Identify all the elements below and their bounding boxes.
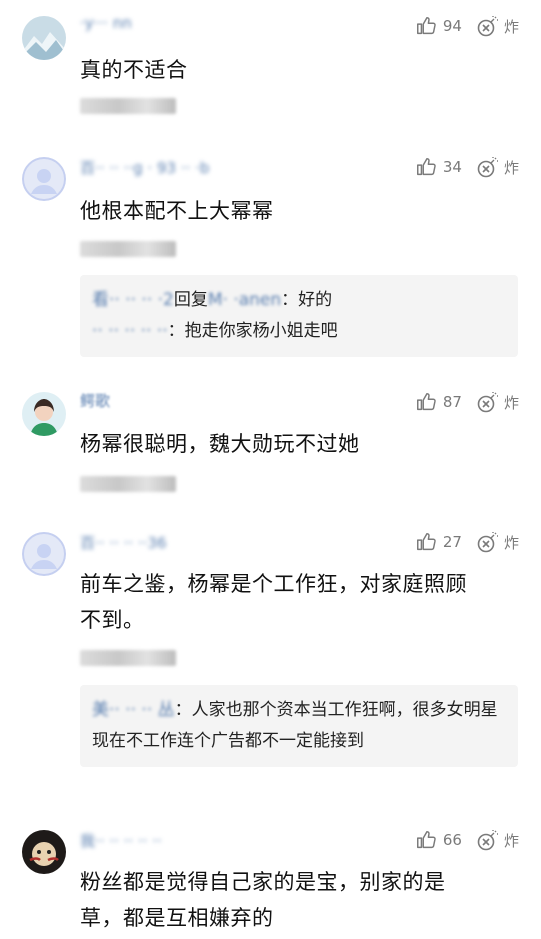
bomb-button[interactable]: 炸: [476, 530, 519, 554]
comment-text-line: 前车之鉴，杨幂是个工作狂，对家庭照顾: [80, 572, 467, 596]
comment-text-line: 粉丝都是觉得自己家的是宝，别家的是: [80, 870, 446, 894]
reply-box[interactable]: 美·· ·· ·· 丛：人家也那个资本当工作狂啊，很多女明星现在不工作连个广告都…: [80, 685, 518, 767]
thumbs-up-icon: [416, 17, 436, 35]
bomb-label: 炸: [503, 831, 519, 850]
bomb-label: 炸: [503, 393, 519, 412]
default-avatar-icon: [22, 532, 66, 576]
reply-username[interactable]: 看·· ·· ·· ·2: [92, 290, 174, 310]
thumbs-up-icon: [416, 831, 436, 849]
mountain-avatar-icon: [22, 16, 66, 60]
bomb-icon: [477, 830, 498, 851]
reply-box[interactable]: 看·· ·· ·· ·2回复M· ·anen：好的 ·· ·· ·· ·· ··…: [80, 275, 518, 357]
thumbs-up-icon: [416, 393, 436, 411]
username[interactable]: 鳄歌: [80, 390, 110, 411]
comment-meta: [80, 650, 176, 666]
like-button[interactable]: 27: [415, 531, 462, 553]
default-avatar-icon: [22, 157, 66, 201]
username[interactable]: 百·· ·· ··g · 93 ·· ·b: [80, 157, 209, 178]
comment-meta: [80, 98, 176, 114]
bomb-icon: [477, 392, 498, 413]
username[interactable]: ·y··· nn: [80, 14, 132, 32]
user-avatar[interactable]: [22, 157, 66, 201]
like-count: 87: [442, 393, 462, 411]
like-count: 66: [442, 831, 462, 849]
reply-username[interactable]: 美·· ·· ·· 丛: [92, 700, 175, 720]
bomb-label: 炸: [503, 158, 519, 177]
comment-text: 真的不适合: [80, 58, 188, 82]
bomb-button[interactable]: 炸: [476, 828, 519, 852]
bomb-button[interactable]: 炸: [476, 14, 519, 38]
comment-meta: [80, 241, 176, 257]
bomb-button[interactable]: 炸: [476, 390, 519, 414]
like-button[interactable]: 94: [415, 15, 462, 37]
comment-text: 他根本配不上大幂幂: [80, 199, 274, 223]
user-avatar[interactable]: [22, 830, 66, 874]
reply-target[interactable]: M· ·anen: [208, 290, 281, 310]
comment-text: 粉丝都是觉得自己家的是宝，别家的是 草，都是互相嫌弃的: [80, 864, 520, 936]
bomb-label: 炸: [503, 17, 519, 36]
bomb-icon: [477, 16, 498, 37]
thumbs-up-icon: [416, 533, 436, 551]
bomb-button[interactable]: 炸: [476, 155, 519, 179]
thumbs-up-icon: [416, 158, 436, 176]
comment-meta: [80, 476, 176, 492]
reply-username[interactable]: ·· ·· ·· ·· ··: [92, 321, 168, 341]
reply-text: ：抱走你家杨小姐走吧: [167, 321, 338, 341]
like-count: 94: [442, 17, 462, 35]
reply-line: 看·· ·· ·· ·2回复M· ·anen：好的: [92, 285, 506, 316]
photo-avatar-dark-icon: [22, 830, 66, 874]
bomb-icon: [477, 157, 498, 178]
photo-avatar-girl-icon: [22, 392, 66, 436]
user-avatar[interactable]: [22, 16, 66, 60]
like-button[interactable]: 87: [415, 391, 462, 413]
like-count: 27: [442, 533, 462, 551]
like-button[interactable]: 66: [415, 829, 462, 851]
bomb-icon: [477, 532, 498, 553]
comment-text: 杨幂很聪明，魏大勋玩不过她: [80, 432, 360, 456]
reply-text: ：好的: [281, 290, 333, 310]
reply-keyword: 回复: [173, 290, 208, 310]
comment-text-line: 不到。: [80, 608, 145, 632]
username[interactable]: 百·· ·· ·· ··36: [80, 532, 167, 553]
comment-text-line: 草，都是互相嫌弃的: [80, 906, 274, 930]
like-button[interactable]: 34: [415, 156, 462, 178]
user-avatar[interactable]: [22, 532, 66, 576]
comment-text: 前车之鉴，杨幂是个工作狂，对家庭照顾 不到。: [80, 566, 520, 638]
user-avatar[interactable]: [22, 392, 66, 436]
username[interactable]: 我·· ·· ·· ·· ··: [80, 830, 162, 851]
reply-line: ·· ·· ·· ·· ··：抱走你家杨小姐走吧: [92, 316, 506, 347]
bomb-label: 炸: [503, 533, 519, 552]
like-count: 34: [442, 158, 462, 176]
